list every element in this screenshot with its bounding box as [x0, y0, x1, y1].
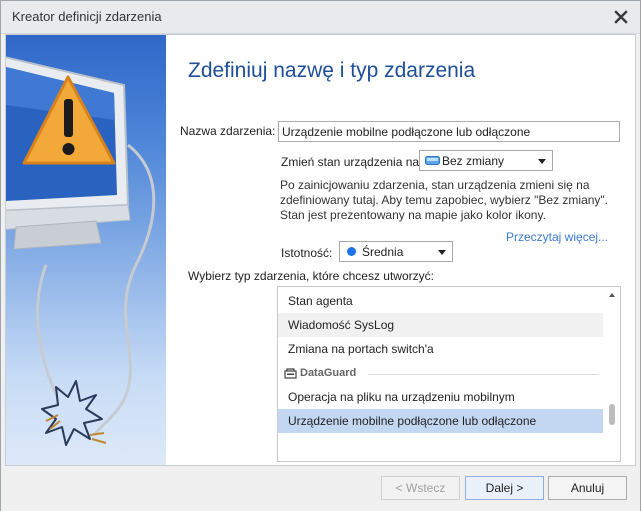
- importance-dot-icon: [347, 247, 356, 256]
- event-name-input[interactable]: [278, 121, 620, 142]
- importance-label: Istotność:: [281, 246, 333, 260]
- group-label: DataGuard: [300, 367, 357, 379]
- device-state-icon: [425, 156, 440, 165]
- back-button[interactable]: < Wstecz: [381, 476, 460, 500]
- chevron-down-icon: [538, 159, 546, 164]
- importance-dropdown[interactable]: Średnia: [339, 241, 453, 262]
- list-item[interactable]: Operacja na pliku na urządzeniu mobilnym: [278, 385, 603, 409]
- list-item-label: Wiadomość SysLog: [288, 318, 395, 332]
- cancel-button[interactable]: Anuluj: [548, 476, 627, 500]
- event-name-label: Nazwa zdarzenia:: [180, 124, 276, 138]
- list-item-selected[interactable]: Urządzenie mobilne podłączone lub odłącz…: [278, 409, 603, 433]
- list-item-label: Operacja na pliku na urządzeniu mobilnym: [288, 390, 515, 404]
- wizard-content: Zdefiniuj nazwę i typ zdarzenia Nazwa zd…: [5, 34, 636, 466]
- page-title: Zdefiniuj nazwę i typ zdarzenia: [188, 59, 476, 82]
- list-item-label: Urządzenie mobilne podłączone lub odłącz…: [288, 414, 537, 428]
- window-title: Kreator definicji zdarzenia: [12, 9, 162, 24]
- device-state-label: Zmień stan urządzenia na:: [281, 155, 423, 169]
- wizard-footer: < Wstecz Dalej > Anuluj: [1, 467, 640, 511]
- scroll-thumb[interactable]: [609, 404, 615, 425]
- event-type-label: Wybierz typ zdarzenia, które chcesz utwo…: [188, 269, 434, 283]
- close-button[interactable]: [610, 7, 632, 27]
- list-item[interactable]: Wiadomość SysLog: [278, 313, 603, 337]
- info-line: Stan jest prezentowany na mapie jako kol…: [280, 208, 546, 222]
- importance-value: Średnia: [362, 245, 404, 259]
- event-type-list[interactable]: Stan agenta Wiadomość SysLog Zmiana na p…: [277, 286, 621, 462]
- wizard-window: Kreator definicji zdarzenia Zdefiniuj na…: [0, 0, 641, 511]
- read-more-link[interactable]: Przeczytaj więcej...: [506, 230, 608, 244]
- next-button[interactable]: Dalej >: [465, 476, 544, 500]
- dataguard-icon: [284, 368, 297, 379]
- info-line: zdefiniowany tutaj. Aby temu zapobiec, w…: [280, 193, 609, 207]
- chevron-down-icon: [438, 250, 446, 255]
- close-icon: [614, 10, 628, 24]
- title-bar: Kreator definicji zdarzenia: [1, 1, 640, 34]
- device-state-value: Bez zmiany: [442, 154, 505, 168]
- list-item-label: Zmiana na portach switch'a: [288, 342, 434, 356]
- monitor-warning-illustration: [6, 56, 156, 446]
- list-item-label: Stan agenta: [288, 294, 353, 308]
- state-info-text: Po zainicjowaniu zdarzenia, stan urządze…: [280, 178, 610, 223]
- list-item[interactable]: Zmiana na portach switch'a: [278, 337, 603, 361]
- device-state-dropdown[interactable]: Bez zmiany: [419, 150, 553, 171]
- list-item[interactable]: Stan agenta: [278, 289, 603, 313]
- group-divider: [368, 374, 599, 375]
- list-scrollbar[interactable]: [604, 287, 620, 461]
- wizard-side-banner: [6, 35, 166, 465]
- list-group-header: DataGuard: [278, 363, 603, 383]
- scroll-up-icon[interactable]: [609, 293, 615, 297]
- info-line: Po zainicjowaniu zdarzenia, stan urządze…: [280, 178, 590, 192]
